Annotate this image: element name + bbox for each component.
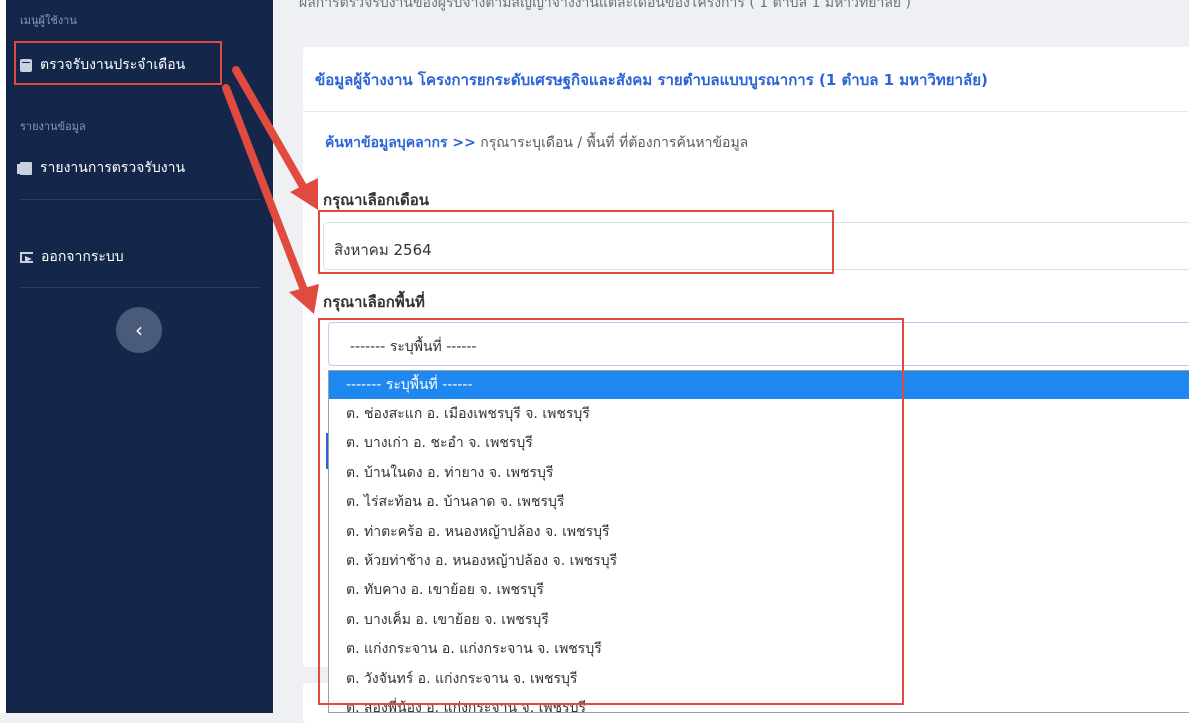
breadcrumb-instruction: กรุณาระบุเดือน / พื้นที่ ที่ต้องการค้นหา… xyxy=(475,135,749,151)
sidebar-section-user: เมนูผู้ใช้งาน xyxy=(20,14,77,27)
sidebar-divider xyxy=(20,287,260,288)
card-header: ข้อมูลผู้จ้างงาน โครงการยกระดับเศรษฐกิจแ… xyxy=(303,47,1189,112)
sidebar-collapse-button[interactable]: ‹ xyxy=(116,307,162,353)
chevron-left-icon: ‹ xyxy=(135,318,143,342)
sidebar-item-inspection-report[interactable]: รายงานการตรวจรับงาน xyxy=(17,157,186,179)
area-field-label: กรุณาเลือกพื้นที่ xyxy=(323,293,425,311)
page-subtitle: ผลการตรวจรับงานของผู้รับจ้างตามสัญญาจ้าง… xyxy=(299,0,912,11)
sidebar: เมนูผู้ใช้งาน ตรวจรับงานประจำเดือน รายงา… xyxy=(6,0,273,713)
breadcrumb-strong: ค้นหาข้อมูลบุคลากร >> xyxy=(325,135,476,151)
sidebar-section-report: รายงานข้อมูล xyxy=(20,120,86,133)
annotation-box-month xyxy=(318,210,834,274)
annotation-box-area xyxy=(318,318,904,705)
card-title: ข้อมูลผู้จ้างงาน โครงการยกระดับเศรษฐกิจแ… xyxy=(315,71,988,89)
sidebar-item-logout[interactable]: ออกจากระบบ xyxy=(20,246,124,268)
sidebar-divider xyxy=(20,199,260,200)
sidebar-item-label: ออกจากระบบ xyxy=(41,249,124,265)
documents-icon xyxy=(17,161,32,175)
month-field-label: กรุณาเลือกเดือน xyxy=(323,191,430,209)
annotation-box-sidebar-item xyxy=(14,41,222,85)
sidebar-item-label: รายงานการตรวจรับงาน xyxy=(40,160,186,176)
sign-out-icon xyxy=(20,251,33,263)
breadcrumb: ค้นหาข้อมูลบุคลากร >> กรุณาระบุเดือน / พ… xyxy=(325,132,748,154)
